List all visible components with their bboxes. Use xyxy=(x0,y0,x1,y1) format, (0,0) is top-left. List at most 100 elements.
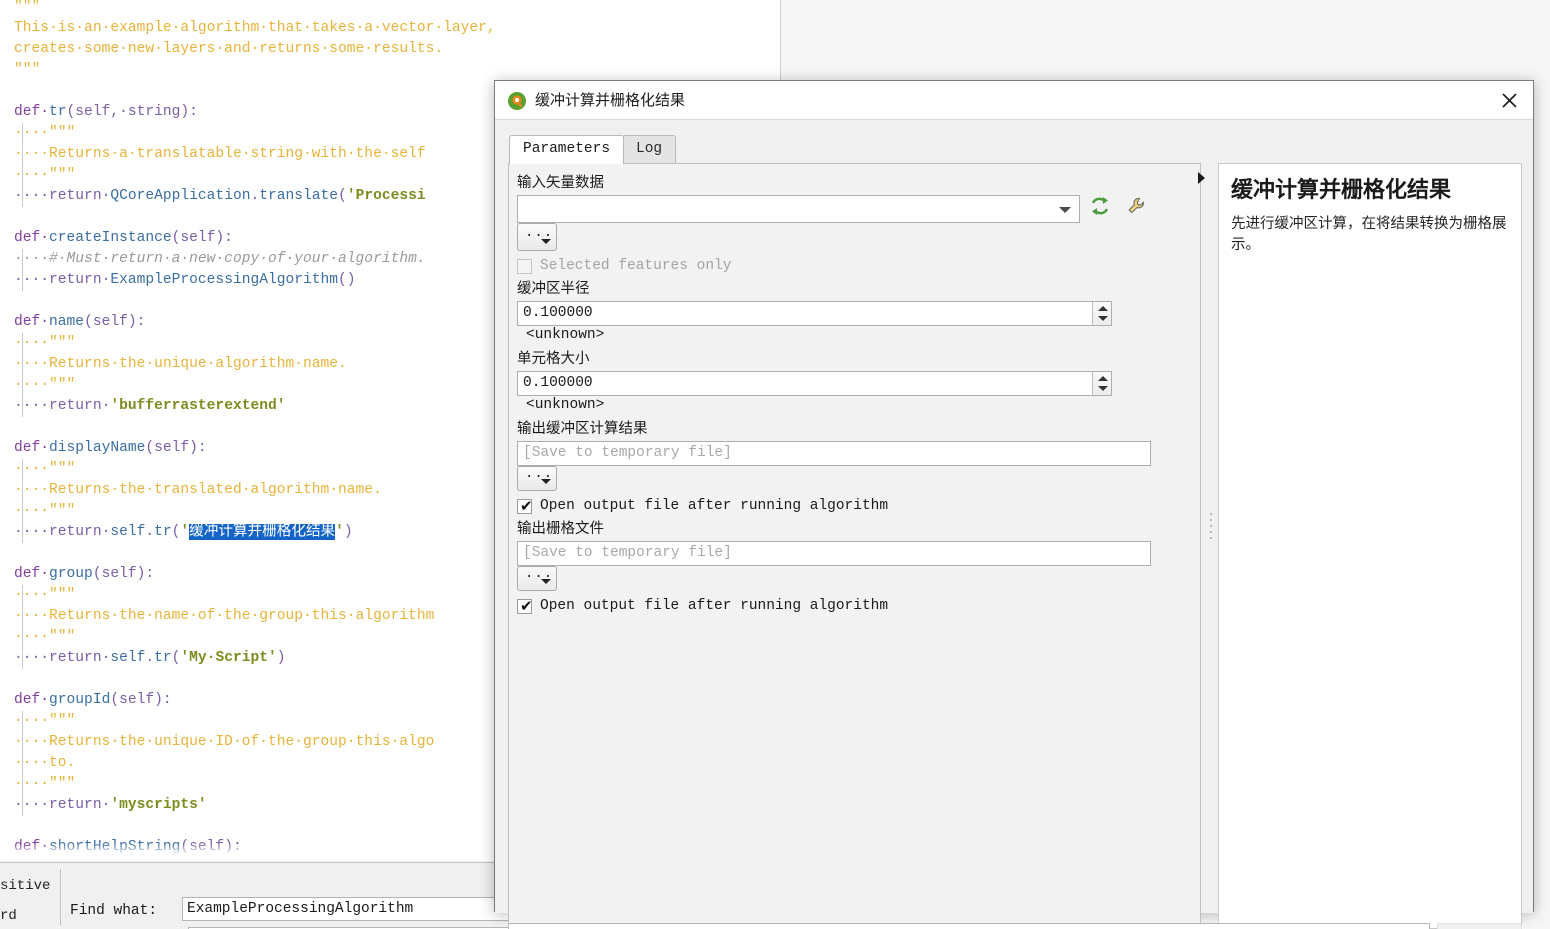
code-line: This·is·an·example·algorithm·that·takes·… xyxy=(14,18,496,39)
dialog-title: 缓冲计算并栅格化结果 xyxy=(535,81,685,120)
code-line: creates·some·new·layers·and·returns·some… xyxy=(14,39,496,60)
code-token: ····""" xyxy=(14,377,75,393)
output-buffer-input[interactable]: [Save to temporary file] xyxy=(517,441,1151,466)
code-token: ····""" xyxy=(14,335,75,351)
code-token: (self,·string): xyxy=(67,104,198,120)
buffer-radius-stepper[interactable] xyxy=(1092,302,1111,325)
code-token: () xyxy=(338,272,356,288)
code-token: def· xyxy=(14,104,49,120)
whole-word-option[interactable]: rd xyxy=(0,901,58,929)
code-token: ····return· xyxy=(14,398,110,414)
dialog-titlebar[interactable]: 缓冲计算并栅格化结果 xyxy=(495,81,1533,120)
output-raster-input[interactable]: [Save to temporary file] xyxy=(517,541,1151,566)
input-vector-browse-button[interactable]: ··· xyxy=(517,223,557,251)
code-text[interactable]: """ This·is·an·example·algorithm·that·tak… xyxy=(14,0,496,858)
code-token: ExampleProcessingAlgorithm xyxy=(110,272,338,288)
code-token: ····""" xyxy=(14,125,75,141)
cell-size-label: 单元格大小 xyxy=(517,349,1194,369)
code-token: ····return· xyxy=(14,188,110,204)
selected-features-row[interactable]: Selected features only xyxy=(517,258,1194,274)
code-token: ····""" xyxy=(14,167,75,183)
wrench-icon[interactable] xyxy=(1121,195,1153,223)
code-token: (self): xyxy=(110,692,171,708)
selected-features-checkbox[interactable] xyxy=(517,259,532,274)
code-token: self xyxy=(110,650,145,666)
check-icon: ✔ xyxy=(520,597,533,615)
stepper-up-icon[interactable] xyxy=(1098,376,1108,381)
input-vector-combo[interactable] xyxy=(517,195,1080,223)
find-divider xyxy=(60,869,61,925)
code-token: 缓冲计算并栅格化结果 xyxy=(189,524,335,540)
indent-guide xyxy=(22,249,23,291)
code-line: ····Returns·the·name·of·the·group·this·a… xyxy=(14,606,496,627)
code-line: def·groupId(self): xyxy=(14,690,496,711)
code-token: ····Returns·a·translatable·string·with·t… xyxy=(14,146,426,162)
output-raster-label: 输出栅格文件 xyxy=(517,519,1194,539)
code-token: """ xyxy=(14,62,40,78)
code-line: ····""" xyxy=(14,375,496,396)
code-token: This·is·an·example·algorithm·that·takes·… xyxy=(14,20,496,36)
code-token: ····return· xyxy=(14,650,110,666)
code-token: ) xyxy=(344,524,353,540)
code-line: ····""" xyxy=(14,123,496,144)
code-token: ····""" xyxy=(14,776,75,792)
stepper-up-icon[interactable] xyxy=(1098,306,1108,311)
iterate-icon[interactable] xyxy=(1084,195,1116,223)
code-token: creates·some·new·layers·and·returns·some… xyxy=(14,41,443,57)
code-token: ····Returns·the·unique·ID·of·the·group·t… xyxy=(14,734,434,750)
indent-guide xyxy=(22,333,23,417)
code-token: def· xyxy=(14,440,49,456)
output-buffer-browse-button[interactable]: ··· xyxy=(517,466,557,491)
panel-splitter[interactable] xyxy=(1205,163,1217,929)
code-line: ····Returns·a·translatable·string·with·t… xyxy=(14,144,496,165)
open-output-buffer-checkbox[interactable]: ✔ xyxy=(517,499,532,514)
output-buffer-label: 输出缓冲区计算结果 xyxy=(517,419,1194,439)
panel-collapse-arrow-icon[interactable] xyxy=(1198,172,1205,184)
code-token: groupId xyxy=(49,692,110,708)
code-token: ····Returns·the·name·of·the·group·this·a… xyxy=(14,608,434,624)
tab-log[interactable]: Log xyxy=(622,135,676,163)
code-token: def· xyxy=(14,314,49,330)
code-line xyxy=(14,207,496,228)
code-token: QCoreApplication xyxy=(110,188,250,204)
code-line: ····return·self.tr('缓冲计算并栅格化结果') xyxy=(14,522,496,543)
case-sensitive-option[interactable]: sitive xyxy=(0,871,58,901)
code-token: ····""" xyxy=(14,587,75,603)
code-token: ' xyxy=(180,524,189,540)
code-line xyxy=(14,81,496,102)
code-token: ) xyxy=(277,650,286,666)
code-token: ····Returns·the·translated·algorithm·nam… xyxy=(14,482,382,498)
code-line: ····return·'bufferrasterextend' xyxy=(14,396,496,417)
open-output-raster-checkbox[interactable]: ✔ xyxy=(517,599,532,614)
code-token: def· xyxy=(14,230,49,246)
output-raster-placeholder: [Save to temporary file] xyxy=(523,542,732,565)
code-line xyxy=(14,543,496,564)
parameters-panel: 输入矢量数据 xyxy=(508,163,1201,929)
stepper-down-icon[interactable] xyxy=(1098,316,1108,321)
chevron-down-icon xyxy=(541,479,551,484)
help-panel: 缓冲计算并栅格化结果 先进行缓冲区计算，在将结果转换为栅格展示。 xyxy=(1218,163,1522,929)
stepper-down-icon[interactable] xyxy=(1098,386,1108,391)
code-line: ····""" xyxy=(14,585,496,606)
code-token: (self): xyxy=(84,314,145,330)
progress-label: 0% xyxy=(509,924,1429,929)
code-token: ····to. xyxy=(14,755,75,771)
close-icon[interactable] xyxy=(1485,81,1533,120)
code-line: ····""" xyxy=(14,501,496,522)
open-output-raster-row[interactable]: ✔ Open output file after running algorit… xyxy=(517,598,1194,614)
code-line: """ xyxy=(14,0,496,18)
code-token: ····#·Must·return·a·new·copy·of·your·alg… xyxy=(14,251,426,267)
cell-size-spinbox[interactable]: 0.100000 xyxy=(517,371,1112,396)
indent-guide xyxy=(22,711,23,816)
output-raster-browse-button[interactable]: ··· xyxy=(517,566,557,591)
tab-parameters[interactable]: Parameters xyxy=(509,135,624,164)
buffer-radius-unit: <unknown> xyxy=(526,327,604,343)
code-line: """ xyxy=(14,60,496,81)
code-token: ····return· xyxy=(14,272,110,288)
open-output-buffer-row[interactable]: ✔ Open output file after running algorit… xyxy=(517,498,1194,514)
buffer-radius-spinbox[interactable]: 0.100000 xyxy=(517,301,1112,326)
cell-size-stepper[interactable] xyxy=(1092,372,1111,395)
code-line xyxy=(14,417,496,438)
help-title: 缓冲计算并栅格化结果 xyxy=(1231,176,1509,204)
code-line: ····""" xyxy=(14,459,496,480)
